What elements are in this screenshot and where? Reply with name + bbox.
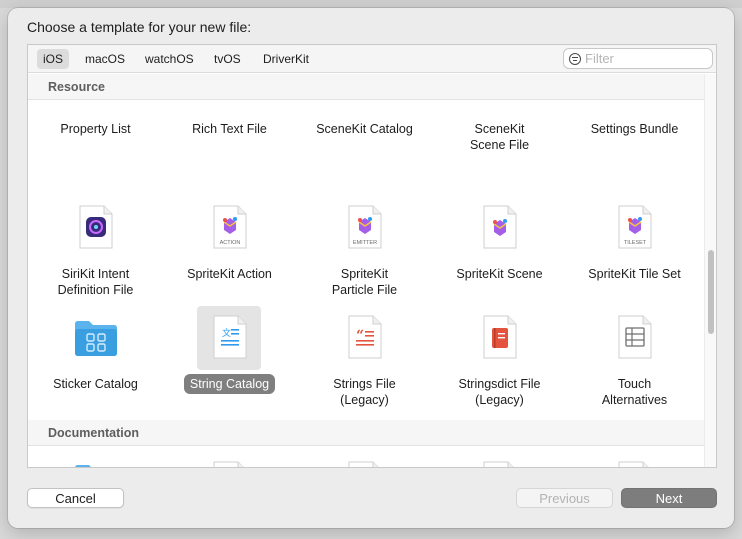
badge-text: EMITTER	[352, 240, 376, 246]
platform-tab-bar: iOS macOS watchOS tvOS DriverKit	[28, 45, 716, 73]
sheet-title: Choose a template for your new file:	[27, 19, 252, 35]
tutorial-table-icon	[618, 461, 649, 467]
selected-label-wrap: String Catalog	[162, 374, 297, 394]
tab-ios[interactable]: iOS	[37, 49, 70, 69]
template-item-scenekit-catalog[interactable]: SceneKit Catalog	[297, 121, 432, 137]
tutorial-doc-icon	[483, 461, 514, 467]
template-panel: iOS macOS watchOS tvOS DriverKit Resourc…	[27, 44, 717, 468]
spritekit-action-icon: ACTION	[213, 205, 246, 249]
template-label: Settings Bundle	[590, 122, 679, 136]
tab-watchos[interactable]: watchOS	[139, 49, 200, 69]
template-label: Strings File (Legacy)	[333, 377, 396, 407]
template-item-property-list[interactable]: Property List	[28, 121, 163, 137]
template-item-spritekit-action[interactable]: ACTION SpriteKit Action	[162, 204, 297, 304]
scrollbar-thumb[interactable]	[708, 250, 714, 334]
template-label: Sticker Catalog	[53, 377, 138, 391]
window-backdrop	[0, 0, 742, 8]
template-label: SpriteKit Scene	[456, 267, 543, 281]
spritekit-scene-icon	[483, 205, 516, 249]
template-item-string-catalog[interactable]: 文 String Catalog	[162, 306, 297, 414]
template-item-spritekit-scene[interactable]: SpriteKit Scene	[432, 204, 567, 304]
strings-file-icon: “	[348, 315, 381, 359]
template-item-spritekit-particle[interactable]: EMITTER SpriteKit Particle File	[297, 204, 432, 304]
template-label: SceneKit Catalog	[316, 122, 413, 136]
template-item-tutorial[interactable]	[432, 460, 567, 467]
tab-macos[interactable]: macOS	[79, 49, 131, 69]
svg-text:“: “	[356, 328, 364, 344]
template-item-list-doc[interactable]	[297, 460, 432, 467]
template-label: Rich Text File	[192, 122, 267, 136]
template-item-settings-bundle[interactable]: Settings Bundle	[567, 121, 702, 137]
template-label-selected: String Catalog	[183, 374, 276, 394]
spritekit-tileset-icon: TILESET	[618, 205, 651, 249]
template-label: SpriteKit Tile Set	[588, 267, 681, 281]
template-label: SiriKit Intent Definition File	[57, 267, 134, 297]
badge-text: TILESET	[623, 240, 646, 246]
template-label: SpriteKit Action	[187, 267, 272, 281]
touch-alternatives-icon	[618, 315, 651, 359]
documentation-folder-icon	[74, 465, 91, 467]
template-label: Touch Alternatives	[601, 377, 668, 407]
template-item-rich-text-file[interactable]: Rich Text File	[162, 121, 297, 137]
template-label: SpriteKit Particle File	[331, 267, 398, 297]
template-item-tutorial-table[interactable]	[567, 460, 702, 467]
list-doc-icon	[348, 461, 379, 467]
template-item-strings-file[interactable]: “ Strings File (Legacy)	[297, 314, 432, 414]
new-file-template-sheet: Choose a template for your new file: iOS…	[8, 8, 734, 528]
template-item-sirikit-intent[interactable]: SiriKit Intent Definition File	[28, 204, 163, 304]
section-header-documentation: Documentation	[28, 420, 704, 446]
filter-input[interactable]	[585, 50, 705, 67]
badge-text: ACTION	[219, 240, 240, 246]
tab-driverkit[interactable]: DriverKit	[257, 49, 315, 69]
template-label: Stringsdict File (Legacy)	[458, 377, 541, 407]
template-label: Property List	[60, 122, 131, 136]
spritekit-emitter-icon: EMITTER	[348, 205, 381, 249]
article-doc-icon	[213, 461, 244, 467]
filter-icon	[569, 53, 581, 65]
template-item-sticker-catalog[interactable]: Sticker Catalog	[28, 314, 163, 414]
stringsdict-file-icon	[483, 315, 516, 359]
next-button[interactable]: Next	[621, 488, 717, 508]
sirikit-intent-icon	[79, 205, 112, 249]
filter-field[interactable]	[563, 48, 713, 69]
template-item-article[interactable]	[162, 460, 297, 467]
string-catalog-icon: 文	[213, 315, 246, 359]
previous-button[interactable]: Previous	[516, 488, 613, 508]
cancel-button[interactable]: Cancel	[27, 488, 124, 508]
sticker-folder-icon	[74, 321, 117, 356]
template-item-spritekit-tileset[interactable]: TILESET SpriteKit Tile Set	[567, 204, 702, 304]
template-label: SceneKit Scene File	[469, 122, 530, 152]
template-item-stringsdict-file[interactable]: Stringsdict File (Legacy)	[432, 314, 567, 414]
template-scroll-area[interactable]: Resource Property List Rich Text File Sc…	[28, 74, 716, 467]
template-item-scenekit-scene-file[interactable]: SceneKit Scene File	[432, 121, 567, 153]
svg-text:文: 文	[222, 327, 231, 339]
tab-tvos[interactable]: tvOS	[208, 49, 247, 69]
template-item-touch-alternatives[interactable]: Touch Alternatives	[567, 314, 702, 414]
section-header-resource: Resource	[28, 74, 704, 100]
vertical-scrollbar[interactable]	[704, 74, 716, 467]
template-item-documentation-folder[interactable]	[28, 462, 163, 467]
